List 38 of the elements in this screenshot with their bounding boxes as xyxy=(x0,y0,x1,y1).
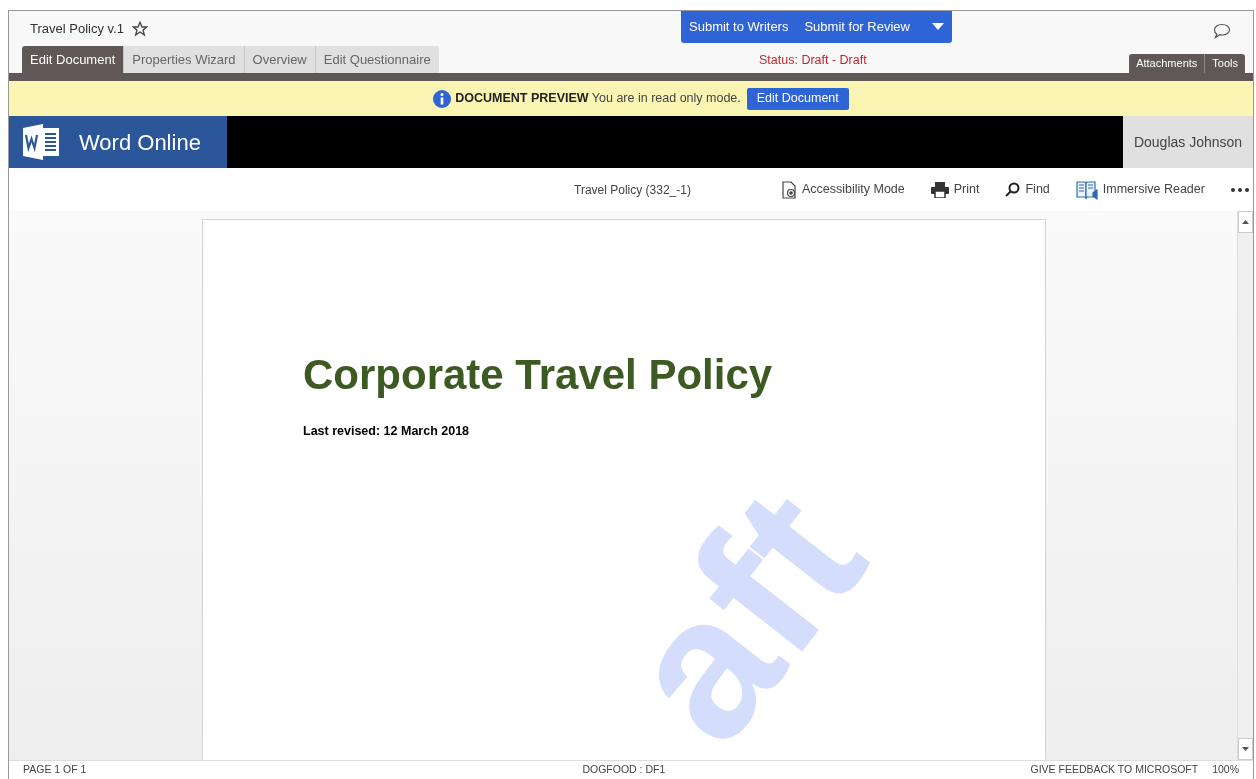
preview-message: DOCUMENT PREVIEW You are in read only mode. xyxy=(455,90,741,108)
environment-label: DOGFOOD : DF1 xyxy=(582,762,666,778)
zoom-level: 100% xyxy=(1212,762,1239,778)
tab[interactable]: Edit Questionnaire xyxy=(314,46,439,73)
page-count: PAGE 1 OF 1 xyxy=(23,762,87,778)
side-tab[interactable]: Tools xyxy=(1204,54,1245,73)
revision-date: Last revised: 12 March 2018 xyxy=(303,423,471,440)
tab[interactable]: Properties Wizard xyxy=(123,46,244,73)
toolbar-button[interactable]: Find xyxy=(1005,180,1050,199)
more-icon[interactable] xyxy=(1230,187,1249,192)
submit-button[interactable]: Submit for Review xyxy=(804,17,910,37)
side-tab[interactable]: Attachments xyxy=(1129,54,1205,73)
app-title: Word Online xyxy=(79,128,201,157)
document-name: Travel Policy (332_-1) xyxy=(574,181,691,199)
scrollbar[interactable] xyxy=(1237,211,1253,760)
document-title: Travel Policy v.1 xyxy=(30,19,124,38)
scroll-down-icon[interactable] xyxy=(1238,738,1253,760)
printer-icon xyxy=(930,181,949,198)
user-name[interactable]: Douglas Johnson xyxy=(1123,116,1253,168)
info-icon xyxy=(433,89,452,108)
toolbar-button[interactable]: Accessibility Mode xyxy=(780,180,905,199)
scroll-up-icon[interactable] xyxy=(1238,211,1253,233)
document-icon xyxy=(780,180,797,199)
document-heading: Corporate Travel Policy xyxy=(303,354,774,396)
tab[interactable]: Edit Document xyxy=(22,46,124,73)
edit-document-button[interactable]: Edit Document xyxy=(746,87,849,110)
submit-button[interactable]: Submit to Writers xyxy=(689,17,789,37)
search-icon xyxy=(1005,182,1021,197)
book-icon xyxy=(1075,179,1098,200)
caret-icon[interactable] xyxy=(931,23,944,31)
feedback-link[interactable]: GIVE FEEDBACK TO MICROSOFT xyxy=(1030,762,1199,778)
star-icon[interactable] xyxy=(131,20,148,37)
tab[interactable]: Overview xyxy=(243,46,315,73)
word-logo-icon xyxy=(23,124,61,160)
toolbar-button[interactable]: Print xyxy=(930,180,980,199)
comment-icon[interactable] xyxy=(1213,23,1231,39)
status-text: Status: Draft - Draft xyxy=(759,52,867,69)
toolbar-button[interactable]: Immersive Reader xyxy=(1075,179,1205,200)
